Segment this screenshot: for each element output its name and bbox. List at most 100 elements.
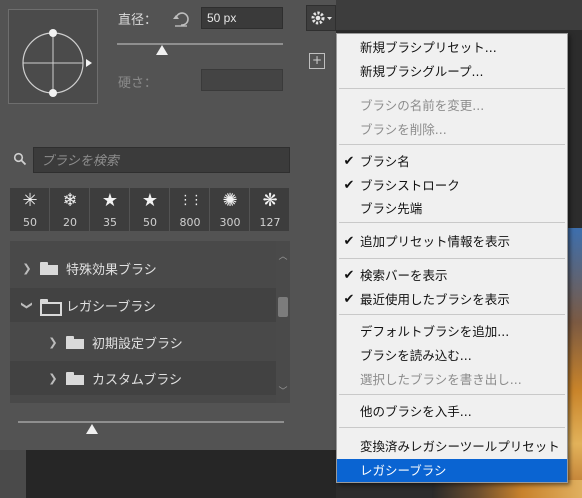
scroll-down-icon[interactable]: ﹀ xyxy=(276,384,290,397)
recent-brush[interactable]: ⋮⋮ 800 xyxy=(170,188,210,231)
menu-item-label: ブラシ先端 xyxy=(360,201,423,216)
menu-item-label: 他のブラシを入手... xyxy=(360,404,472,419)
brush-group-label: 特殊効果ブラシ xyxy=(66,262,157,278)
scroll-up-icon[interactable]: ︿ xyxy=(276,249,290,262)
menu-item-label: 追加プリセット情報を表示 xyxy=(360,234,511,249)
snowflake-brush-icon: ❄ xyxy=(62,190,78,211)
preview-size-slider-track[interactable] xyxy=(18,421,284,423)
size-slider-track[interactable] xyxy=(117,43,283,45)
menu-item-label: 新規ブラシプリセット... xyxy=(360,40,497,55)
chevron-right-icon[interactable]: ❯ xyxy=(20,262,34,275)
chevron-down-icon[interactable]: ❯ xyxy=(21,298,34,312)
preview-size-slider-thumb[interactable] xyxy=(86,424,99,434)
recent-brush-size: 300 xyxy=(219,216,241,229)
menu-item[interactable]: デフォルトブラシを追加... xyxy=(337,320,567,343)
menu-separator xyxy=(339,314,565,315)
folder-icon xyxy=(66,335,84,349)
chevron-right-icon[interactable]: ❯ xyxy=(46,372,60,385)
menu-item-label: 新規ブラシグループ... xyxy=(360,64,484,79)
menu-item[interactable]: 新規ブラシプリセット... xyxy=(337,36,567,59)
search-icon xyxy=(13,152,27,166)
grass-brush-icon: ⋮⋮ xyxy=(179,193,203,208)
size-input[interactable] xyxy=(201,7,283,29)
panel-menu-button[interactable] xyxy=(306,5,336,31)
menu-item[interactable]: ✔ ブラシストローク xyxy=(337,174,567,197)
menu-item-label: ブラシ名 xyxy=(360,154,410,169)
menu-item-label: ブラシの名前を変更... xyxy=(360,98,485,113)
folder-open-icon xyxy=(40,298,62,316)
recent-brush[interactable]: ❄ 20 xyxy=(50,188,90,231)
brush-group-row[interactable]: ❯ 特殊効果ブラシ xyxy=(10,251,276,285)
panel-footer xyxy=(26,450,336,498)
new-brush-button[interactable]: + xyxy=(309,53,325,69)
splatter-brush-icon: ✺ xyxy=(222,190,238,211)
brush-group-label: カスタムブラシ xyxy=(92,372,182,388)
menu-item-label: 検索バーを表示 xyxy=(360,268,448,283)
menu-item: 選択したブラシを書き出し... xyxy=(337,368,567,391)
menu-item[interactable]: ✔ 最近使用したブラシを表示 xyxy=(337,288,567,311)
checkmark-icon: ✔ xyxy=(343,268,355,283)
chevron-right-icon[interactable]: ❯ xyxy=(46,336,60,349)
menu-separator xyxy=(339,144,565,145)
diameter-label: 直径： xyxy=(118,13,158,28)
menu-item[interactable]: ✔ 検索バーを表示 xyxy=(337,264,567,287)
brush-preset-panel: 直径： 硬さ： + ✳ 50 ❄ 20 ★ 35 ★ 50 ⋮⋮ 800 ✺ 300 ❋ 127 ❯ 特殊効… xyxy=(0,0,336,448)
menu-item[interactable]: ブラシ先端 xyxy=(337,197,567,220)
menu-item-label: 最近使用したブラシを表示 xyxy=(360,292,510,307)
menu-separator xyxy=(339,88,565,89)
menu-item: ブラシを削除... xyxy=(337,118,567,141)
folder-icon xyxy=(66,371,84,385)
menu-item[interactable]: ブラシを読み込む... xyxy=(337,344,567,367)
brush-group-row[interactable]: ❯ 初期設定ブラシ xyxy=(10,325,276,359)
brush-tip-shape-icon xyxy=(22,29,92,97)
menu-item[interactable]: レガシーブラシ xyxy=(337,459,567,482)
folder-icon xyxy=(40,261,58,275)
scroll-thumb[interactable] xyxy=(278,297,288,317)
menu-item[interactable]: 変換済みレガシーツールプリセット xyxy=(337,435,567,458)
recent-brush-size: 35 xyxy=(103,216,117,229)
menu-item[interactable]: ✔ 追加プリセット情報を表示 xyxy=(337,230,567,253)
checkmark-icon: ✔ xyxy=(343,292,355,307)
brush-tree-scrollbar[interactable]: ︿ ﹀ xyxy=(276,241,290,403)
brush-angle-preview[interactable] xyxy=(8,9,98,104)
recent-brush-size: 127 xyxy=(259,216,281,229)
brush-group-row[interactable]: ❯ レガシーブラシ xyxy=(10,288,276,322)
recent-brush-size: 50 xyxy=(143,216,157,229)
menu-item-label: 選択したブラシを書き出し... xyxy=(360,372,522,387)
recent-brush-size: 50 xyxy=(23,216,37,229)
menu-item[interactable]: 他のブラシを入手... xyxy=(337,400,567,423)
brush-group-row[interactable]: ❯ カスタムブラシ xyxy=(10,361,276,395)
canvas-image xyxy=(568,228,582,498)
size-slider-thumb[interactable] xyxy=(155,45,168,55)
recent-brush[interactable]: ★ 35 xyxy=(90,188,130,231)
star-brush-icon: ★ xyxy=(141,190,159,211)
brush-group-label: 初期設定ブラシ xyxy=(92,336,183,352)
hardness-input xyxy=(201,69,283,91)
recent-brush[interactable]: ★ 50 xyxy=(130,188,170,231)
menu-item-label: ブラシを削除... xyxy=(360,122,447,137)
menu-item[interactable]: 新規ブラシグループ... xyxy=(337,60,567,83)
checkmark-icon: ✔ xyxy=(343,234,355,249)
document-tab-bar xyxy=(336,0,582,30)
menu-item-label: デフォルトブラシを追加... xyxy=(360,324,510,339)
menu-item-label: ブラシストローク xyxy=(360,178,460,193)
menu-separator xyxy=(339,427,565,428)
spark-brush-icon: ✳ xyxy=(22,190,38,211)
menu-item[interactable]: ✔ ブラシ名 xyxy=(337,150,567,173)
menu-separator xyxy=(339,394,565,395)
menu-item-label: ブラシを読み込む... xyxy=(360,348,472,363)
brush-panel-context-menu: 新規ブラシプリセット... 新規ブラシグループ... ブラシの名前を変更... ブラシ… xyxy=(336,33,568,483)
checkmark-icon: ✔ xyxy=(343,178,355,193)
recent-brushes: ✳ 50 ❄ 20 ★ 35 ★ 50 ⋮⋮ 800 ✺ 300 ❋ 127 xyxy=(10,188,290,231)
menu-item: ブラシの名前を変更... xyxy=(337,94,567,117)
star-brush-icon: ★ xyxy=(101,190,119,211)
reset-size-icon[interactable] xyxy=(172,10,190,28)
brush-group-label: レガシーブラシ xyxy=(66,299,156,315)
recent-brush[interactable]: ✺ 300 xyxy=(210,188,250,231)
recent-brush-size: 20 xyxy=(63,216,77,229)
brush-search-input[interactable] xyxy=(33,147,290,173)
recent-brush[interactable]: ❋ 127 xyxy=(250,188,290,231)
recent-brush[interactable]: ✳ 50 xyxy=(10,188,50,231)
menu-item-label: 変換済みレガシーツールプリセット xyxy=(360,439,560,454)
menu-separator xyxy=(339,222,565,223)
